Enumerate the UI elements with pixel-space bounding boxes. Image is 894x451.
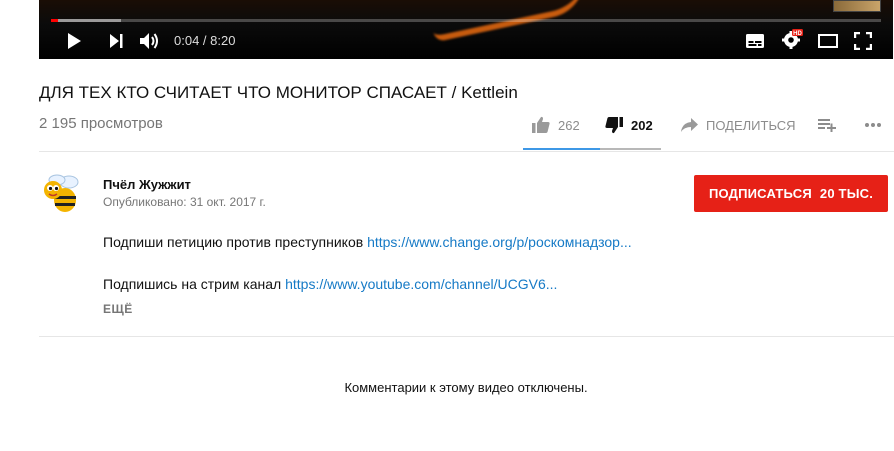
- like-ratio-bar: [523, 148, 600, 150]
- play-button[interactable]: [63, 31, 85, 51]
- theater-mode-button[interactable]: [816, 31, 840, 51]
- more-horizontal-icon: [865, 123, 881, 127]
- view-count: 2 195 просмотров: [39, 115, 163, 132]
- settings-button[interactable]: HD: [780, 29, 804, 49]
- video-title: ДЛЯ ТЕХ КТО СЧИТАЕТ ЧТО МОНИТОР СПАСАЕТ …: [39, 83, 518, 102]
- more-actions-button[interactable]: [864, 113, 882, 137]
- channel-name[interactable]: Пчёл Жужжит: [103, 177, 191, 192]
- dislike-button[interactable]: 202: [605, 113, 653, 137]
- next-button[interactable]: [105, 31, 127, 51]
- petition-link[interactable]: https://www.change.org/p/роскомнадзор...: [367, 234, 632, 250]
- gear-icon: HD: [782, 29, 803, 49]
- fullscreen-button[interactable]: [851, 31, 875, 51]
- comments-disabled-message: Комментарии к этому видео отключены.: [344, 380, 588, 395]
- progress-bar[interactable]: [51, 19, 881, 22]
- description-line-2: Подпишись на стрим канал https://www.you…: [103, 276, 557, 292]
- subtitles-button[interactable]: [744, 31, 766, 51]
- subscriber-count: 20 ТЫС.: [819, 186, 874, 201]
- next-icon: [110, 34, 123, 48]
- video-frame-thumbnail: [833, 0, 881, 12]
- description-line-1: Подпиши петицию против преступников http…: [103, 234, 632, 250]
- divider: [39, 151, 894, 152]
- publish-date: Опубликовано: 31 окт. 2017 г.: [103, 195, 266, 209]
- add-to-playlist-button[interactable]: [818, 113, 836, 137]
- subscribe-button[interactable]: ПОДПИСАТЬСЯ 20 ТЫС.: [694, 175, 888, 212]
- divider: [39, 336, 894, 337]
- volume-button[interactable]: [138, 31, 162, 51]
- progress-played: [51, 19, 58, 22]
- subtitles-icon: [746, 34, 764, 48]
- volume-icon: [140, 33, 158, 49]
- thumbs-down-icon: [605, 117, 623, 134]
- share-label: ПОДЕЛИТЬСЯ: [706, 117, 796, 133]
- like-button[interactable]: 262: [532, 113, 580, 137]
- stream-channel-link[interactable]: https://www.youtube.com/channel/UCGV6...: [285, 276, 557, 292]
- like-count: 262: [558, 117, 580, 133]
- time-display: 0:04 / 8:20: [174, 33, 236, 48]
- subscribe-label: ПОДПИСАТЬСЯ: [708, 186, 812, 201]
- thumbs-up-icon: [532, 116, 550, 133]
- channel-avatar[interactable]: [39, 168, 87, 216]
- video-player[interactable]: 0:04 / 8:20 HD: [39, 0, 893, 59]
- share-button[interactable]: ПОДЕЛИТЬСЯ: [681, 113, 795, 137]
- show-more-button[interactable]: ЕЩЁ: [103, 302, 133, 316]
- fullscreen-icon: [854, 32, 872, 50]
- share-arrow-icon: [681, 118, 698, 132]
- bee-icon: [44, 174, 79, 212]
- description-text-1: Подпиши петицию против преступников: [103, 234, 368, 250]
- play-icon: [68, 33, 81, 49]
- hd-badge: HD: [793, 31, 802, 37]
- dislike-count: 202: [631, 117, 653, 133]
- theater-mode-icon: [818, 34, 838, 48]
- progress-buffered: [51, 19, 121, 22]
- description-text-2: Подпишись на стрим канал: [103, 276, 286, 292]
- add-to-playlist-icon: [818, 119, 836, 132]
- dislike-ratio-bar: [600, 148, 661, 150]
